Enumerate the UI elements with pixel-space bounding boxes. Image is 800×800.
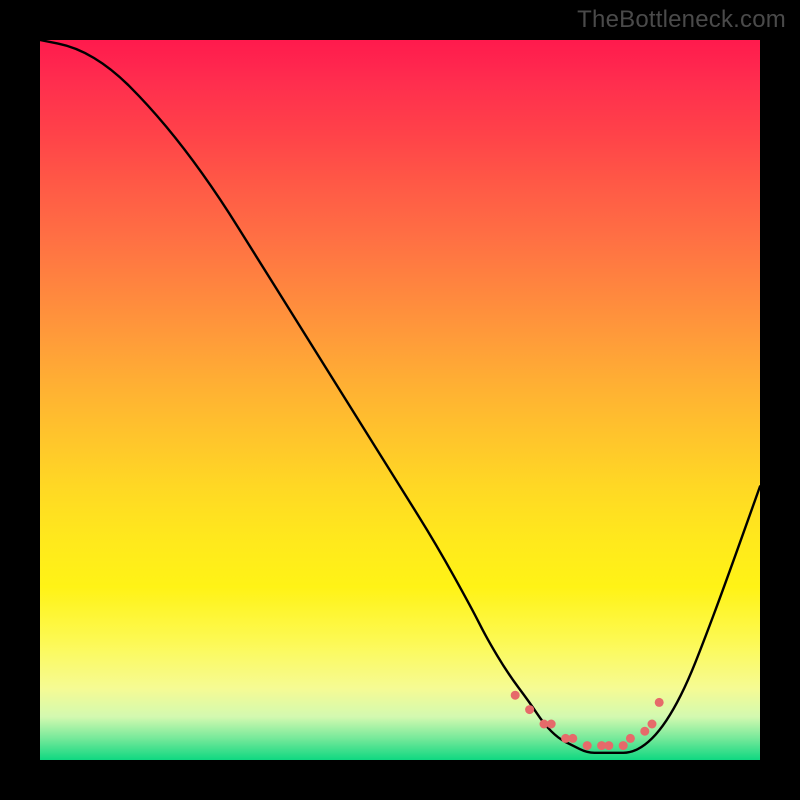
curve-svg [40, 40, 760, 760]
emphasis-dot [640, 727, 649, 736]
emphasis-dot [511, 691, 520, 700]
emphasis-dot [619, 741, 628, 750]
plot-area [40, 40, 760, 760]
emphasis-dot [648, 720, 657, 729]
chart-frame: TheBottleneck.com [0, 0, 800, 800]
emphasis-dot [655, 698, 664, 707]
bottleneck-curve-path [40, 40, 760, 753]
emphasis-dot [626, 734, 635, 743]
emphasis-dot [525, 705, 534, 714]
emphasis-dot [583, 741, 592, 750]
emphasis-dot [568, 734, 577, 743]
emphasis-markers [511, 691, 664, 750]
emphasis-dot [604, 741, 613, 750]
emphasis-dot [547, 720, 556, 729]
watermark-text: TheBottleneck.com [577, 6, 786, 34]
